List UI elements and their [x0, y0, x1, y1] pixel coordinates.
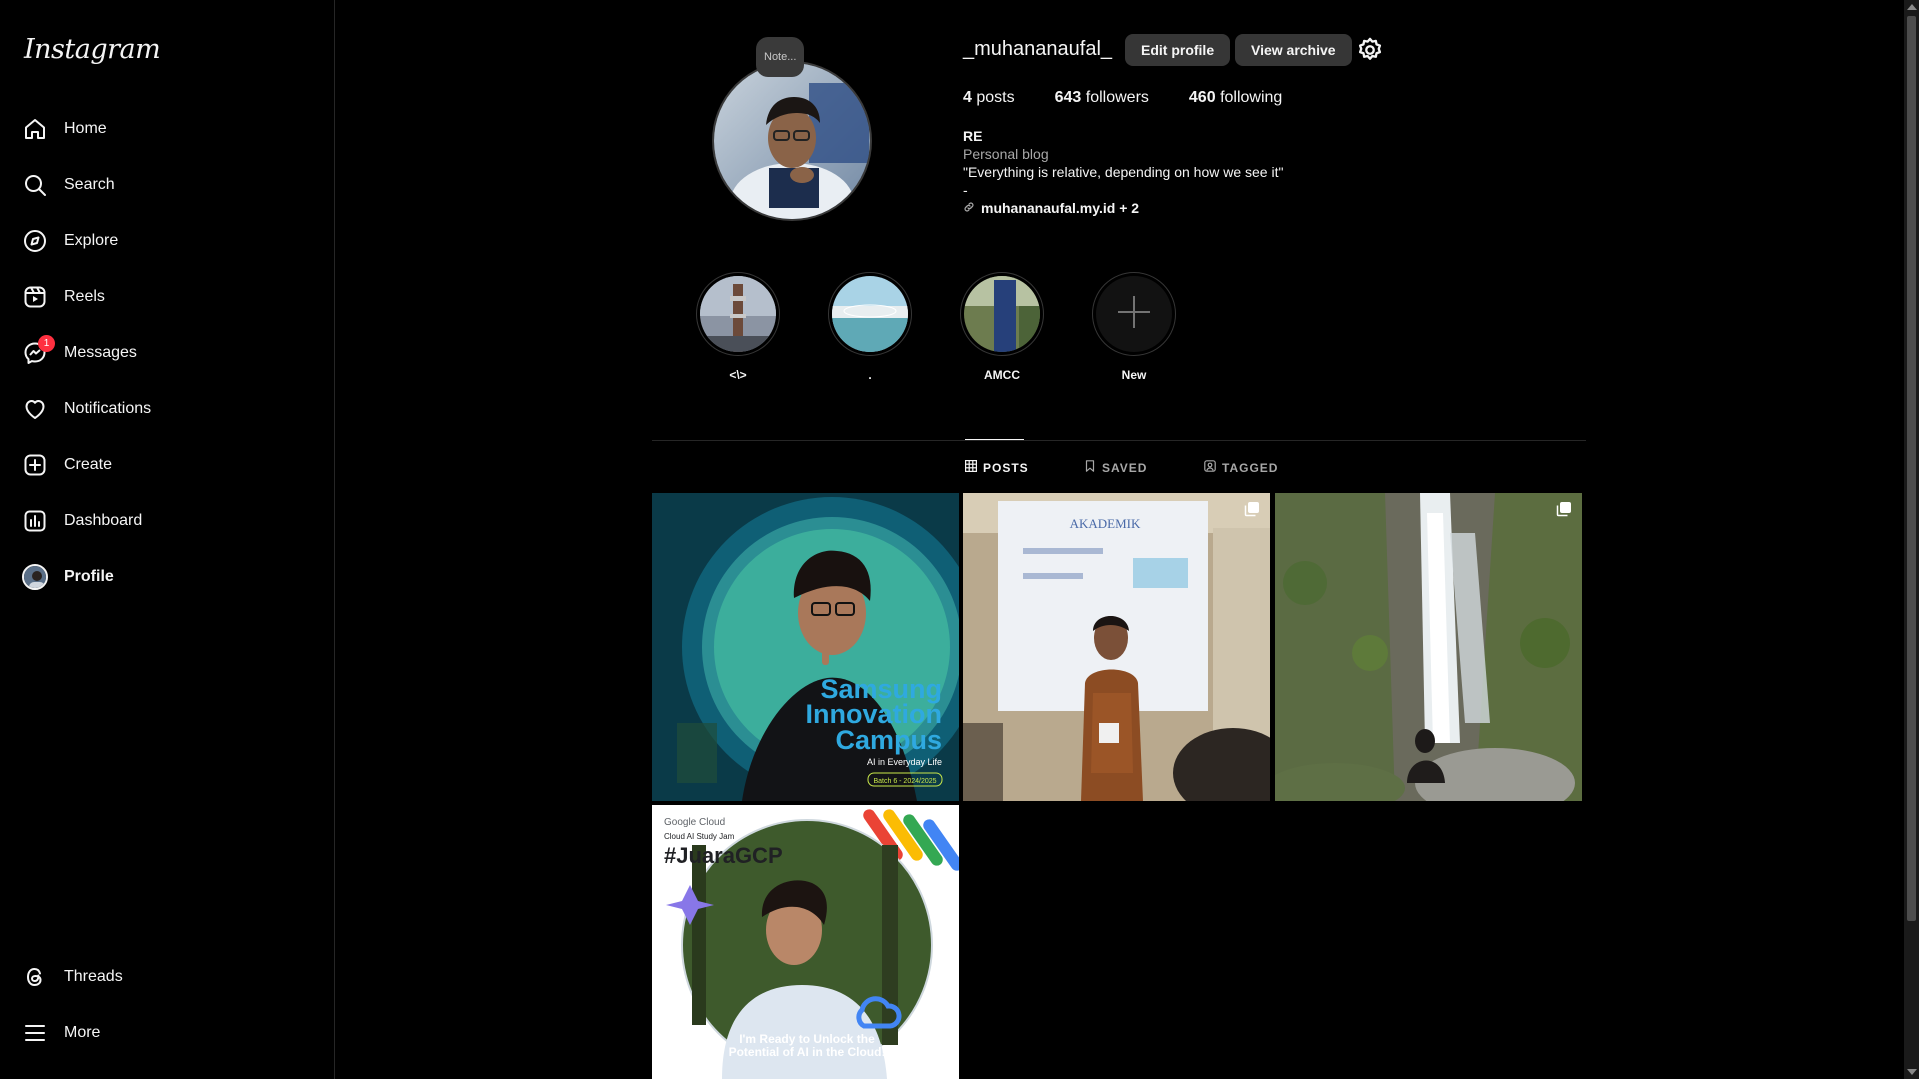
- sidebar-item-label: More: [64, 1024, 101, 1041]
- following-stat[interactable]: 460 following: [1189, 89, 1282, 107]
- reels-icon: [22, 284, 48, 310]
- menu-icon: [22, 1020, 48, 1046]
- sidebar-item-label: Messages: [64, 344, 137, 361]
- profile-bio-extra: -: [963, 182, 968, 198]
- post-tile[interactable]: Samsung Innovation Campus AI in Everyday…: [652, 493, 959, 801]
- highlight-new[interactable]: New: [1091, 272, 1177, 382]
- highlight-thumbnail: [700, 276, 776, 352]
- sidebar-item-dashboard[interactable]: Dashboard: [22, 499, 322, 543]
- profile-picture[interactable]: [712, 61, 872, 221]
- scroll-down-icon[interactable]: [1907, 1069, 1917, 1075]
- sidebar-item-more[interactable]: More: [22, 1011, 322, 1055]
- highlight-thumbnail: [832, 276, 908, 352]
- sidebar-item-notifications[interactable]: Notifications: [22, 387, 322, 431]
- post-batch: Batch 6 - 2024/2025: [873, 778, 936, 785]
- sidebar-item-profile[interactable]: Profile: [22, 555, 322, 599]
- heart-icon: [22, 396, 48, 422]
- posts-stat[interactable]: 4 posts: [963, 89, 1015, 107]
- profile-bio: RE Personal blog "Everything is relative…: [963, 127, 1283, 217]
- post-title-line: Campus: [835, 725, 942, 755]
- highlight-thumbnail: [964, 276, 1040, 352]
- carousel-icon: [1244, 501, 1260, 522]
- sidebar-item-label: Home: [64, 120, 107, 137]
- post-tagline: I'm Ready to Unlock the Potential of AI …: [728, 1033, 886, 1059]
- sidebar-item-messages[interactable]: 1 Messages: [22, 331, 322, 375]
- threads-icon: [22, 964, 48, 990]
- sidebar-item-label: Threads: [64, 968, 123, 985]
- followers-stat[interactable]: 643 followers: [1055, 89, 1149, 107]
- post-brand: Google Cloud: [664, 817, 725, 828]
- bookmark-icon: [1084, 460, 1096, 475]
- profile-stats: 4 posts 643 followers 460 following: [963, 89, 1282, 107]
- sidebar-item-label: Notifications: [64, 400, 152, 417]
- avatar: [22, 564, 48, 590]
- tab-active-indicator: [965, 439, 1024, 440]
- note-bubble[interactable]: Note...: [756, 37, 805, 77]
- profile-category: Personal blog: [963, 146, 1049, 162]
- highlight-label: AMCC: [984, 368, 1020, 382]
- highlight-label: New: [1121, 368, 1147, 382]
- sidebar-item-create[interactable]: Create: [22, 443, 322, 487]
- edit-profile-button[interactable]: Edit profile: [1125, 34, 1231, 66]
- sidebar-item-label: Explore: [64, 232, 119, 249]
- profile-link[interactable]: muhananaufal.my.id + 2: [963, 199, 1283, 217]
- profile-bio-text: "Everything is relative, depending on ho…: [963, 164, 1284, 180]
- tab-posts[interactable]: POSTS: [965, 460, 1029, 475]
- sidebar-item-label: Create: [64, 456, 113, 473]
- tab-saved[interactable]: SAVED: [1084, 460, 1147, 475]
- post-tile[interactable]: AKADEMIK: [963, 493, 1270, 801]
- tabs-divider: [652, 440, 1586, 441]
- highlight-label: .: [868, 368, 872, 382]
- post-sub: Cloud AI Study Jam: [664, 832, 735, 841]
- plus-icon: [1114, 292, 1154, 337]
- settings-gear-icon[interactable]: [1356, 36, 1384, 64]
- page-scrollbar[interactable]: [1904, 0, 1919, 1079]
- post-tile[interactable]: Google Cloud Cloud AI Study Jam #JuaraGC…: [652, 805, 959, 1079]
- sidebar-item-explore[interactable]: Explore: [22, 219, 322, 263]
- link-icon: [963, 199, 975, 217]
- sidebar-item-label: Profile: [64, 568, 114, 585]
- sidebar-item-reels[interactable]: Reels: [22, 275, 322, 319]
- sidebar-item-search[interactable]: Search: [22, 163, 322, 207]
- post-slide-title: AKADEMIK: [1070, 516, 1141, 531]
- scroll-up-icon[interactable]: [1907, 4, 1917, 10]
- view-archive-button[interactable]: View archive: [1235, 34, 1352, 66]
- sidebar-item-label: Search: [64, 176, 115, 193]
- post-hashtag: #JuaraGCP: [664, 843, 783, 868]
- profile-name: RE: [963, 128, 983, 144]
- messages-badge: 1: [38, 335, 55, 352]
- compass-icon: [22, 228, 48, 254]
- highlight-amcc[interactable]: AMCC: [959, 272, 1045, 382]
- messenger-icon: 1: [22, 335, 55, 366]
- post-caption: AI in Everyday Life: [867, 757, 942, 767]
- sidebar-item-label: Dashboard: [64, 512, 143, 529]
- profile-username: _muhananaufal_: [963, 38, 1113, 60]
- post-tile[interactable]: [1275, 493, 1582, 801]
- highlight-code[interactable]: <\>: [695, 272, 781, 382]
- tag-icon: [1204, 460, 1216, 475]
- sidebar: Instagram Home Search Explore Reels 1 Me…: [0, 0, 335, 1079]
- home-icon: [22, 116, 48, 142]
- highlight-label: <\>: [729, 368, 747, 382]
- search-icon: [22, 172, 48, 198]
- scrollbar-thumb[interactable]: [1907, 16, 1916, 921]
- carousel-icon: [1556, 501, 1572, 522]
- highlight-dot[interactable]: .: [827, 272, 913, 382]
- instagram-logo[interactable]: Instagram: [24, 34, 161, 65]
- sidebar-item-label: Reels: [64, 288, 105, 305]
- plus-square-icon: [22, 452, 48, 478]
- sidebar-item-home[interactable]: Home: [22, 107, 322, 151]
- dashboard-icon: [22, 508, 48, 534]
- tab-tagged[interactable]: TAGGED: [1204, 460, 1278, 475]
- grid-icon: [965, 460, 978, 475]
- sidebar-item-threads[interactable]: Threads: [22, 955, 322, 999]
